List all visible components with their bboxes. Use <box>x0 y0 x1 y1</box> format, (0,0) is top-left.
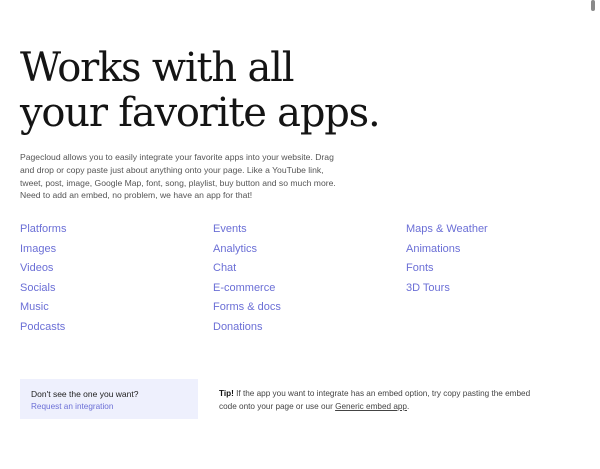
category-column-3: Maps & Weather Animations Fonts 3D Tours <box>406 223 488 301</box>
category-link-chat[interactable]: Chat <box>213 262 281 282</box>
category-link-socials[interactable]: Socials <box>20 282 66 302</box>
category-link-animations[interactable]: Animations <box>406 243 488 263</box>
category-link-music[interactable]: Music <box>20 301 66 321</box>
category-link-analytics[interactable]: Analytics <box>213 243 281 263</box>
generic-embed-app-link[interactable]: Generic embed app <box>335 402 407 411</box>
tip-paragraph: Tip! If the app you want to integrate ha… <box>219 387 539 413</box>
category-link-fonts[interactable]: Fonts <box>406 262 488 282</box>
tip-text-end: . <box>407 402 410 411</box>
category-link-3d-tours[interactable]: 3D Tours <box>406 282 488 302</box>
category-link-ecommerce[interactable]: E-commerce <box>213 282 281 302</box>
category-link-videos[interactable]: Videos <box>20 262 66 282</box>
category-link-images[interactable]: Images <box>20 243 66 263</box>
category-link-donations[interactable]: Donations <box>213 321 281 341</box>
scrollbar-thumb[interactable] <box>591 0 595 11</box>
category-link-events[interactable]: Events <box>213 223 281 243</box>
request-integration-link[interactable]: Request an integration <box>31 400 198 414</box>
category-link-maps-weather[interactable]: Maps & Weather <box>406 223 488 243</box>
category-column-2: Events Analytics Chat E-commerce Forms &… <box>213 223 281 340</box>
category-link-forms-docs[interactable]: Forms & docs <box>213 301 281 321</box>
category-column-1: Platforms Images Videos Socials Music Po… <box>20 223 66 340</box>
category-link-podcasts[interactable]: Podcasts <box>20 321 66 341</box>
request-integration-box: Don't see the one you want? Request an i… <box>20 379 198 419</box>
request-question: Don't see the one you want? <box>31 389 139 399</box>
category-link-platforms[interactable]: Platforms <box>20 223 66 243</box>
tip-label: Tip! <box>219 389 234 398</box>
page-title: Works with all your favorite apps. <box>20 45 381 136</box>
intro-paragraph: Pagecloud allows you to easily integrate… <box>20 152 336 201</box>
